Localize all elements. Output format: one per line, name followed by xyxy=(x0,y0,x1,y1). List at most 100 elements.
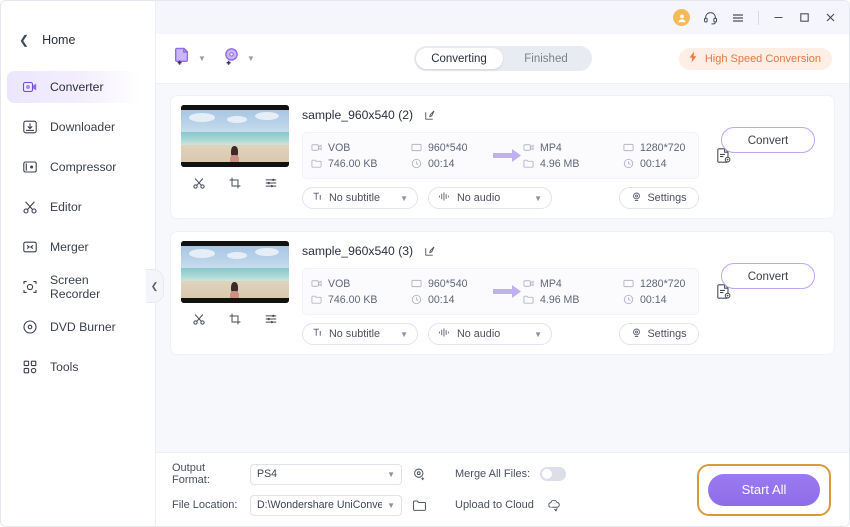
target-resolution: 1280*720 xyxy=(623,278,705,290)
target-size: 4.96 MB xyxy=(523,158,605,170)
add-dvd-button[interactable]: ▼ xyxy=(222,46,255,71)
chevron-left-icon: ❮ xyxy=(150,280,159,291)
headset-icon[interactable] xyxy=(703,10,718,25)
merge-all-toggle[interactable] xyxy=(540,467,567,481)
sidebar-item-label: Merger xyxy=(50,240,89,254)
target-settings-icon[interactable] xyxy=(412,467,427,482)
conversion-meta: VOB 960*540 746.00 KB 00:14 MP4 1280*720… xyxy=(302,268,731,315)
chevron-down-icon: ▼ xyxy=(534,193,542,203)
file-controls-row: No subtitle ▼ No audio ▼ Settings xyxy=(302,187,699,209)
minimize-icon[interactable] xyxy=(772,11,785,24)
output-format-select[interactable]: PS4 ▼ xyxy=(250,463,402,485)
crop-icon[interactable] xyxy=(228,312,242,326)
crop-icon[interactable] xyxy=(228,176,242,190)
sidebar-item-converter[interactable]: Converter xyxy=(7,71,141,103)
clock-icon xyxy=(411,294,422,305)
video-thumbnail[interactable] xyxy=(181,241,289,303)
edit-pencil-icon[interactable] xyxy=(423,245,436,258)
screen-recorder-icon xyxy=(21,279,38,296)
scissors-icon xyxy=(21,199,38,216)
file-title-row: sample_960x540 (2) xyxy=(302,105,699,125)
convert-button[interactable]: Convert xyxy=(721,263,815,289)
sidebar-item-tools[interactable]: Tools xyxy=(7,351,141,383)
settings-button[interactable]: Settings xyxy=(619,187,699,209)
chevron-down-icon: ▼ xyxy=(198,54,206,63)
file-title-row: sample_960x540 (3) xyxy=(302,241,699,261)
folder-icon[interactable] xyxy=(412,498,427,513)
video-format-icon xyxy=(311,142,322,153)
sidebar-item-merger[interactable]: Merger xyxy=(7,231,141,263)
audio-wave-icon xyxy=(438,327,451,341)
trim-icon[interactable] xyxy=(192,176,206,190)
chevron-down-icon: ▼ xyxy=(387,500,395,510)
file-location-row: File Location: D:\Wondershare UniConvert… xyxy=(172,494,427,516)
settings-button[interactable]: Settings xyxy=(619,323,699,345)
video-format-icon xyxy=(311,278,322,289)
sidebar-collapse-button[interactable]: ❮ xyxy=(146,269,164,303)
effects-icon[interactable] xyxy=(264,176,278,190)
file-location-select[interactable]: D:\Wondershare UniConverter 1 ▼ xyxy=(250,494,402,516)
add-file-button[interactable]: ▼ xyxy=(173,46,206,71)
tools-grid-icon xyxy=(21,359,38,376)
dvd-burner-icon xyxy=(21,319,38,336)
sidebar-item-label: Compressor xyxy=(50,160,117,174)
chevron-down-icon: ▼ xyxy=(387,469,395,479)
video-thumbnail[interactable] xyxy=(181,105,289,167)
target-format: MP4 xyxy=(523,142,605,154)
compressor-icon xyxy=(21,159,38,176)
hamburger-menu-icon[interactable] xyxy=(731,11,745,25)
output-settings-form: Output Format: PS4 ▼ File Location: D:\W… xyxy=(172,462,427,516)
sidebar-item-screen-recorder[interactable]: Screen Recorder xyxy=(7,271,141,303)
gear-icon xyxy=(631,191,642,205)
subtitle-select[interactable]: No subtitle ▼ xyxy=(302,323,418,345)
sidebar-item-editor[interactable]: Editor xyxy=(7,191,141,223)
sidebar-item-compressor[interactable]: Compressor xyxy=(7,151,141,183)
edit-pencil-icon[interactable] xyxy=(423,109,436,122)
upload-cloud-label: Upload to Cloud xyxy=(455,499,534,511)
file-location-label: File Location: xyxy=(172,499,238,511)
resolution-icon xyxy=(411,142,422,153)
subtitle-icon xyxy=(312,327,323,341)
high-speed-conversion-badge[interactable]: High Speed Conversion xyxy=(678,47,832,70)
gear-icon xyxy=(631,327,642,341)
convert-button[interactable]: Convert xyxy=(721,127,815,153)
trim-icon[interactable] xyxy=(192,312,206,326)
sidebar-item-dvd-burner[interactable]: DVD Burner xyxy=(7,311,141,343)
cloud-upload-icon[interactable] xyxy=(546,497,562,513)
add-dvd-icon xyxy=(222,46,242,71)
main-panel: ▼ ▼ Converting Finished High Speed Conve… xyxy=(156,1,849,526)
status-tabs: Converting Finished xyxy=(413,46,592,71)
sidebar-item-downloader[interactable]: Downloader xyxy=(7,111,141,143)
source-format: VOB xyxy=(311,142,393,154)
close-icon[interactable] xyxy=(824,11,837,24)
subtitle-select[interactable]: No subtitle ▼ xyxy=(302,187,418,209)
subtitle-value: No subtitle xyxy=(329,328,381,340)
source-size: 746.00 KB xyxy=(311,158,393,170)
thumbnail-column xyxy=(181,241,289,345)
resolution-icon xyxy=(411,278,422,289)
file-title: sample_960x540 (3) xyxy=(302,244,414,258)
maximize-icon[interactable] xyxy=(798,11,811,24)
sidebar-home-button[interactable]: ❮ Home xyxy=(1,27,155,53)
lightning-bolt-icon xyxy=(687,51,699,66)
file-card: sample_960x540 (2) VOB 960*540 746.00 KB… xyxy=(170,95,835,219)
audio-value: No audio xyxy=(457,328,501,340)
thumbnail-tools xyxy=(181,169,289,197)
audio-select[interactable]: No audio ▼ xyxy=(428,323,552,345)
user-avatar-icon[interactable] xyxy=(673,9,690,26)
upload-cloud-row: Upload to Cloud xyxy=(455,495,566,516)
merge-all-row: Merge All Files: xyxy=(455,464,567,485)
downloader-icon xyxy=(21,119,38,136)
effects-icon[interactable] xyxy=(264,312,278,326)
tab-finished[interactable]: Finished xyxy=(503,48,590,69)
chevron-down-icon: ▼ xyxy=(400,329,408,339)
titlebar-divider xyxy=(758,10,759,25)
audio-select[interactable]: No audio ▼ xyxy=(428,187,552,209)
source-meta: VOB 960*540 746.00 KB 00:14 xyxy=(311,142,493,170)
tab-converting[interactable]: Converting xyxy=(415,48,503,69)
settings-label: Settings xyxy=(647,328,687,340)
source-meta: VOB 960*540 746.00 KB 00:14 xyxy=(311,278,493,306)
clock-icon xyxy=(411,158,422,169)
start-all-button[interactable]: Start All xyxy=(708,473,820,506)
file-info-column: sample_960x540 (2) VOB 960*540 746.00 KB… xyxy=(302,105,731,209)
